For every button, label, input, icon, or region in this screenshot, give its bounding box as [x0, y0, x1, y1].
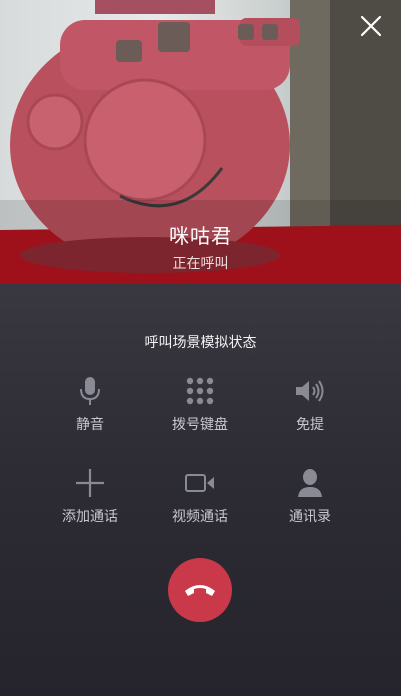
caller-photo: 咪咕君 正在呼叫 — [0, 0, 401, 284]
speaker-icon — [296, 380, 324, 402]
end-call-button[interactable] — [168, 558, 232, 622]
video-camera-icon — [185, 474, 214, 492]
plus-icon — [76, 469, 104, 497]
speaker-button[interactable]: 免提 — [255, 374, 365, 434]
caller-name: 咪咕君 — [169, 224, 232, 248]
mute-button[interactable]: 静音 — [35, 374, 145, 434]
call-status: 正在呼叫 — [172, 256, 229, 272]
close-icon — [360, 15, 382, 37]
contacts-label: 通讯录 — [289, 509, 331, 525]
video-call-button[interactable]: 视频通话 — [145, 466, 255, 526]
video-call-label: 视频通话 — [172, 509, 228, 525]
close-button[interactable] — [359, 14, 383, 38]
mute-label: 静音 — [76, 417, 104, 433]
add-call-label: 添加通话 — [62, 509, 118, 525]
speaker-label: 免提 — [296, 417, 324, 433]
microphone-icon — [80, 377, 100, 405]
keypad-icon — [186, 377, 214, 405]
keypad-button[interactable]: 拨号键盘 — [145, 374, 255, 434]
keypad-label: 拨号键盘 — [172, 417, 228, 433]
hang-up-icon — [185, 585, 215, 596]
contacts-button[interactable]: 通讯录 — [255, 466, 365, 526]
scene-title: 呼叫场景模拟状态 — [144, 335, 257, 351]
add-call-button[interactable]: 添加通话 — [35, 466, 145, 526]
person-icon — [298, 469, 322, 497]
